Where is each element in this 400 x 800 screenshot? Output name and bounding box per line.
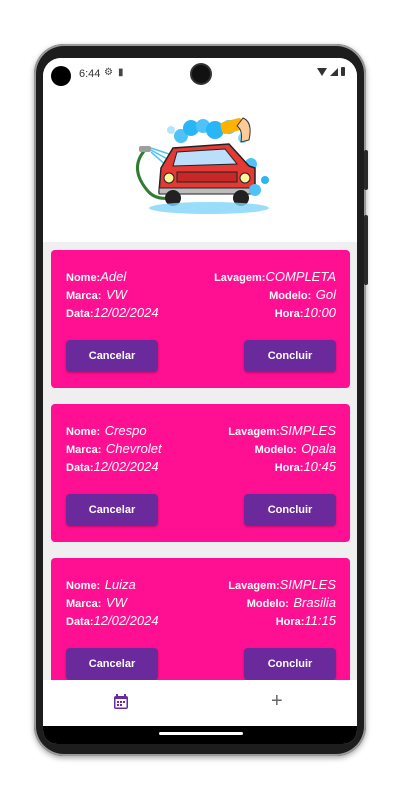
wifi-icon [317,67,327,76]
hora-value: 10:45 [303,459,336,474]
nome-label: Nome: [66,426,101,438]
modelo-label: Modelo: [269,290,312,302]
cancel-button[interactable]: Cancelar [66,648,158,680]
booking-card: Nome:Adel Lavagem:COMPLETA Marca: VW Mod… [51,250,350,388]
app-screen: 6:44 ⚙ ▮ Nome:Adel Lavagem:COMPLETA Marc… [43,58,357,744]
data-label: Data: [66,462,94,474]
power-button [364,150,368,190]
car-wash-logo [136,117,269,214]
nome-label: Nome: [66,580,101,592]
status-bar: 6:44 ⚙ ▮ [43,58,357,92]
marca-value: VW [105,287,127,302]
hora-value: 11:15 [304,613,336,628]
card-row-3: Data:12/02/2024 Hora:10:45 [66,458,336,476]
signal-icon [330,67,338,76]
hora-label: Hora: [274,462,304,474]
front-camera [192,65,210,83]
header [43,92,357,242]
booking-list[interactable]: Nome:Adel Lavagem:COMPLETA Marca: VW Mod… [43,242,357,680]
gesture-area [43,726,357,744]
home-gesture-bar[interactable] [159,732,243,735]
lavagem-value: SIMPLES [279,577,336,592]
data-value: 12/02/2024 [93,305,159,320]
lavagem-label: Lavagem: [214,272,266,284]
marca-label: Marca: [66,598,102,610]
data-value: 12/02/2024 [93,613,159,628]
bottom-nav: + [43,680,357,726]
modelo-value: Brasilia [293,595,336,610]
card-row-1: Nome: Crespo Lavagem:SIMPLES [66,422,336,440]
marca-label: Marca: [66,290,102,302]
card-row-3: Data:12/02/2024 Hora:10:00 [66,304,336,322]
data-value: 12/02/2024 [93,459,159,474]
complete-button[interactable]: Concluir [244,494,336,526]
nome-label: Nome: [66,272,101,284]
card-row-1: Nome:Adel Lavagem:COMPLETA [66,268,336,286]
booking-card: Nome: Crespo Lavagem:SIMPLES Marca: Chev… [51,404,350,542]
sim-card-icon: ▮ [118,67,124,78]
card-row-1: Nome: Luiza Lavagem:SIMPLES [66,576,336,594]
nome-value: Adel [100,269,127,284]
lavagem-label: Lavagem: [228,580,280,592]
data-label: Data: [66,616,94,628]
marca-label: Marca: [66,444,102,456]
settings-gear-icon: ⚙ [104,67,113,78]
card-row-2: Marca: Chevrolet Modelo: Opala [66,440,336,458]
modelo-value: Opala [301,441,336,456]
status-icons [317,67,345,76]
nome-value: Crespo [104,423,147,438]
marca-value: VW [105,595,127,610]
complete-button[interactable]: Concluir [244,340,336,372]
lavagem-value: SIMPLES [279,423,336,438]
battery-icon [341,67,345,76]
lavagem-label: Lavagem: [228,426,280,438]
calendar-icon[interactable] [113,694,129,710]
modelo-label: Modelo: [254,444,297,456]
plus-icon[interactable]: + [271,690,283,713]
modelo-label: Modelo: [246,598,289,610]
nome-value: Luiza [104,577,136,592]
hora-label: Hora: [274,308,304,320]
card-row-2: Marca: VW Modelo: Gol [66,286,336,304]
cancel-button[interactable]: Cancelar [66,340,158,372]
status-time: 6:44 [79,68,101,80]
card-row-2: Marca: VW Modelo: Brasilia [66,594,336,612]
hora-label: Hora: [275,616,305,628]
cancel-button[interactable]: Cancelar [66,494,158,526]
data-label: Data: [66,308,94,320]
complete-button[interactable]: Concluir [244,648,336,680]
modelo-value: Gol [315,287,336,302]
lavagem-value: COMPLETA [265,269,336,284]
hora-value: 10:00 [303,305,336,320]
camera-dot [51,66,71,86]
booking-card: Nome: Luiza Lavagem:SIMPLES Marca: VW Mo… [51,558,350,680]
card-row-3: Data:12/02/2024 Hora:11:15 [66,612,336,630]
volume-button [364,215,368,285]
marca-value: Chevrolet [105,441,162,456]
